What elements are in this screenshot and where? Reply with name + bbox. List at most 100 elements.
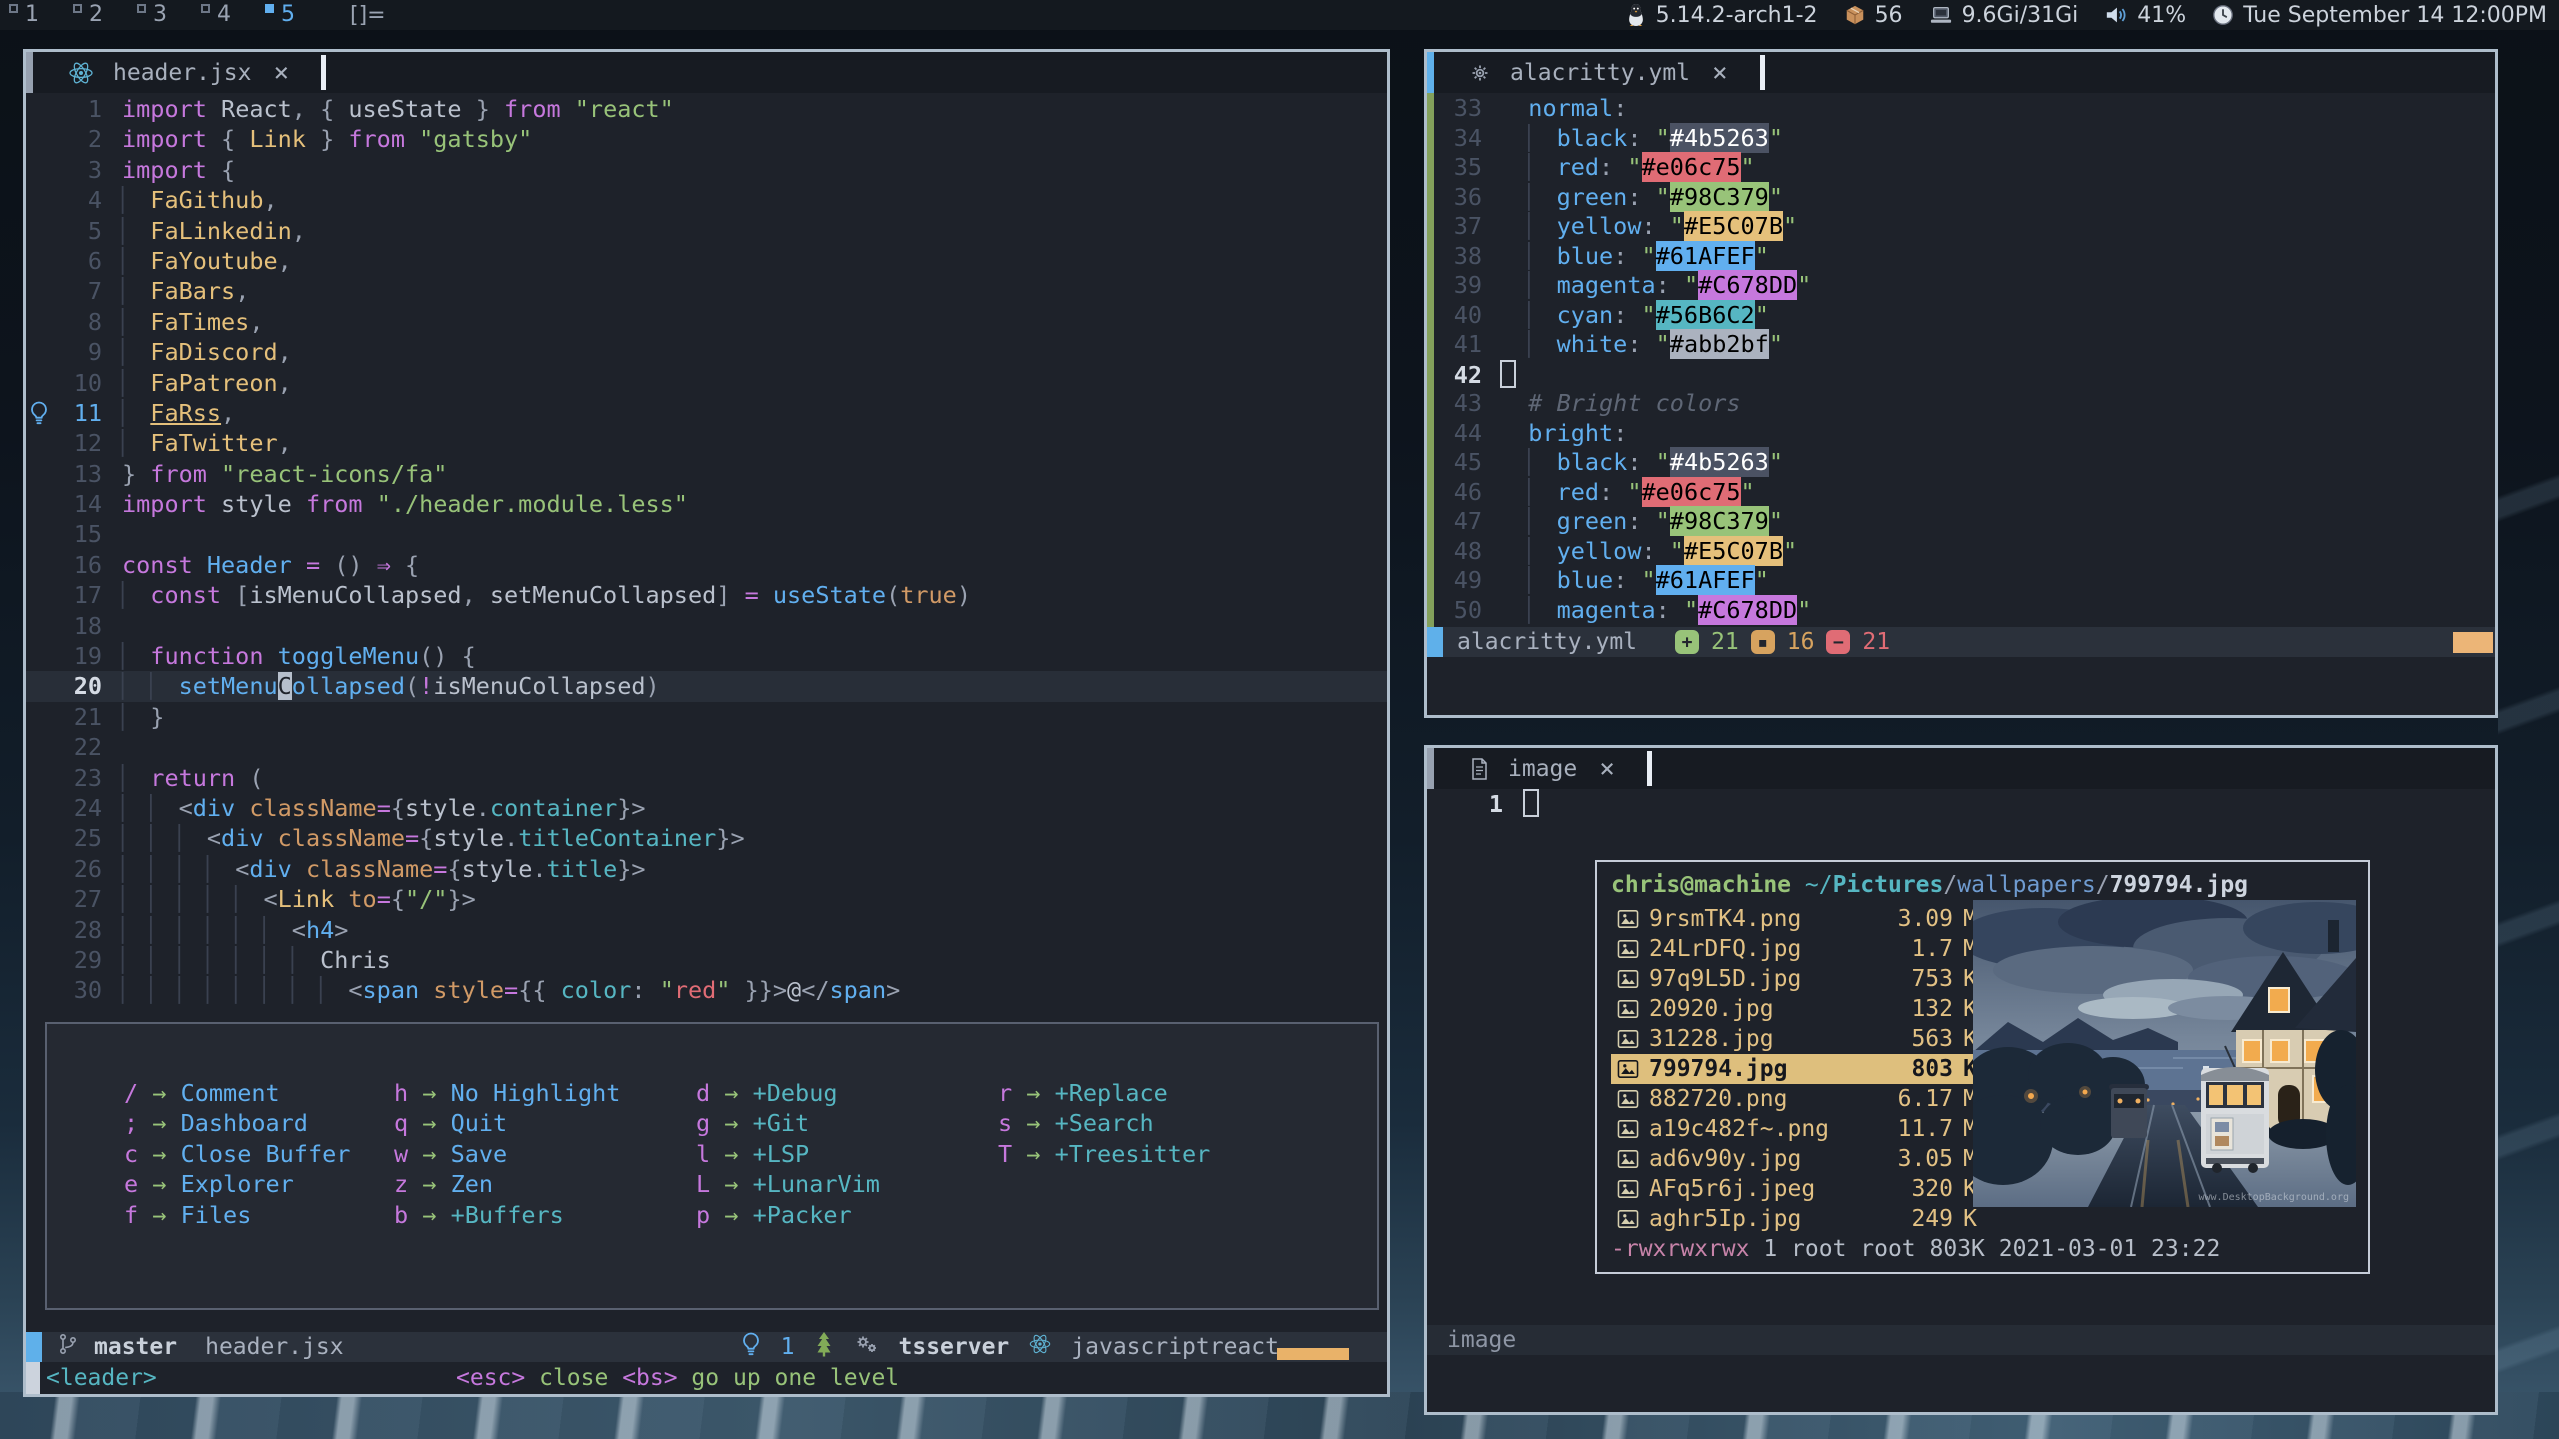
layout-symbol[interactable]: []= [350,3,386,28]
text-segment: "react-icons/fa" [221,460,447,488]
text-segment: " [1656,124,1670,152]
tab-alacritty-yml[interactable]: alacritty.yml × [1434,52,1760,93]
workspace-tag-3[interactable]: 3 [128,0,192,30]
text-segment: #61AFEF [1656,241,1755,271]
whichkey-item[interactable]: e → Explorer [124,1169,350,1199]
memory-icon [1929,4,1953,26]
status-item-penguin: 5.14.2-arch1-2 [1625,2,1818,28]
file-row[interactable]: ad6v90y.jpg3.05M [1611,1144,1983,1174]
gutter [26,702,50,732]
text-segment: return [150,764,235,792]
line-number: 23 [50,763,102,793]
diagnostic-hint-count: 1 [781,1334,795,1360]
whichkey-item[interactable]: L → +LunarVim [696,1169,880,1199]
text-segment [363,551,377,579]
text-segment: " [1769,124,1783,152]
code-area-alacritty-yml[interactable]: 33 normal:34 ▏ black: "#4b5263"35 ▏ red:… [1427,93,2495,627]
whichkey-item[interactable]: T → +Treesitter [998,1139,1210,1169]
whichkey-item[interactable]: l → +LSP [696,1139,880,1169]
whichkey-label: +Debug [753,1079,838,1107]
text-segment: : [1613,242,1641,270]
image-file-icon [1617,999,1649,1019]
workspace-tag-4[interactable]: 4 [192,0,256,30]
close-icon[interactable]: × [269,58,293,88]
whichkey-item[interactable]: c → Close Buffer [124,1139,350,1169]
whichkey-item[interactable]: r → +Replace [998,1078,1210,1108]
gutter [26,732,50,762]
file-row[interactable]: 9rsmTK4.png3.09M [1611,904,1983,934]
whichkey-item[interactable]: / → Comment [124,1078,350,1108]
whichkey-item[interactable]: b → +Buffers [394,1200,620,1230]
line-number: 7 [50,276,102,306]
whichkey-item[interactable]: q → Quit [394,1108,620,1138]
text-segment: span [830,976,887,1004]
workspace-tag-2[interactable]: 2 [64,0,128,30]
file-manager-popup: chris@machine ~/Pictures/wallpapers/7997… [1595,860,2370,1274]
line-text: ▏ yellow: "#E5C07B" [1500,212,1797,242]
file-row[interactable]: 799794.jpg803K [1611,1054,1983,1084]
editor-window-image[interactable]: image × 1 chris@machine ~/Pictures/wallp… [1424,745,2498,1415]
whichkey-item[interactable]: h → No Highlight [394,1078,620,1108]
text-segment [292,551,306,579]
file-row[interactable]: aghr5Ip.jpg249K [1611,1204,1983,1234]
text-segment: ⇒ [377,551,391,579]
line-text: import style from "./header.module.less" [122,489,688,519]
scroll-position-indicator[interactable] [2453,632,2493,653]
text-segment: ▏ [1528,507,1556,535]
text-segment: " [1656,330,1670,358]
arrow-icon: → [408,1170,450,1198]
scroll-position-indicator[interactable] [1277,1348,1349,1360]
line-number: 48 [1434,537,1482,567]
file-name: ad6v90y.jpg [1649,1144,1873,1174]
tab-header-jsx[interactable]: header.jsx × [33,52,321,93]
code-line: 21▏ } [26,702,1387,732]
gutter [26,216,50,246]
whichkey-item[interactable]: s → +Search [998,1108,1210,1138]
scrollbar-thumb[interactable] [1427,52,1434,93]
file-size: 6.17 [1873,1084,1953,1114]
text-segment: </ [801,976,829,1004]
line-text: ▏ FaRss, [122,398,235,428]
text-segment: ▏ [1528,596,1556,624]
close-icon[interactable]: × [1595,754,1619,784]
text-segment: #e06c75 [1642,477,1741,507]
whichkey-item[interactable]: w → Save [394,1139,620,1169]
scrollbar-thumb[interactable] [26,52,33,93]
text-segment: , [278,369,292,397]
whichkey-item[interactable]: d → +Debug [696,1078,880,1108]
whichkey-item[interactable]: g → +Git [696,1108,880,1138]
file-row[interactable]: 882720.png6.17M [1611,1084,1983,1114]
file-row[interactable]: a19c482f~.png11.7M [1611,1114,1983,1144]
text-segment: , [292,217,306,245]
text-segment [1500,448,1528,476]
text-segment: " [1783,212,1797,240]
file-row[interactable]: AFq5r6j.jpeg320K [1611,1174,1983,1204]
scrollbar-thumb[interactable] [1427,748,1434,789]
whichkey-item[interactable]: p → +Packer [696,1200,880,1230]
buffer-area-image[interactable]: 1 chris@machine ~/Pictures/wallpapers/79… [1427,789,2495,1325]
workspace-tag-5[interactable]: 5 [256,0,320,30]
file-manager-path: chris@machine ~/Pictures/wallpapers/7997… [1611,870,2354,900]
code-area-header-jsx[interactable]: / → Comment; → Dashboardc → Close Buffer… [26,93,1387,1332]
line-number: 34 [1434,124,1482,154]
command-line[interactable]: <leader> <esc> close <bs> go up one leve… [26,1362,1387,1394]
file-size: 320 [1873,1174,1953,1204]
file-row[interactable]: 20920.jpg132K [1611,994,1983,1024]
text-segment: : [1599,478,1627,506]
editor-window-header-jsx[interactable]: header.jsx × / → Comment; → Dashboardc →… [23,49,1390,1397]
whichkey-item[interactable]: f → Files [124,1200,350,1230]
text-segment [1500,537,1528,565]
close-icon[interactable]: × [1708,58,1732,88]
tab-image[interactable]: image × [1434,748,1647,789]
whichkey-item[interactable]: ; → Dashboard [124,1108,350,1138]
whichkey-item[interactable]: z → Zen [394,1169,620,1199]
status-item-package: 56 [1844,3,1903,28]
file-row[interactable]: 97q9L5D.jpg753K [1611,964,1983,994]
text-segment: FaTimes [150,308,249,336]
file-row[interactable]: 24LrDFQ.jpg1.7M [1611,934,1983,964]
file-name: 31228.jpg [1649,1024,1873,1054]
workspace-tag-1[interactable]: 1 [0,0,64,30]
editor-window-alacritty-yml[interactable]: alacritty.yml × 33 normal:34 ▏ black: "#… [1424,49,2498,718]
file-row[interactable]: 31228.jpg563K [1611,1024,1983,1054]
whichkey-key: s [998,1109,1012,1137]
